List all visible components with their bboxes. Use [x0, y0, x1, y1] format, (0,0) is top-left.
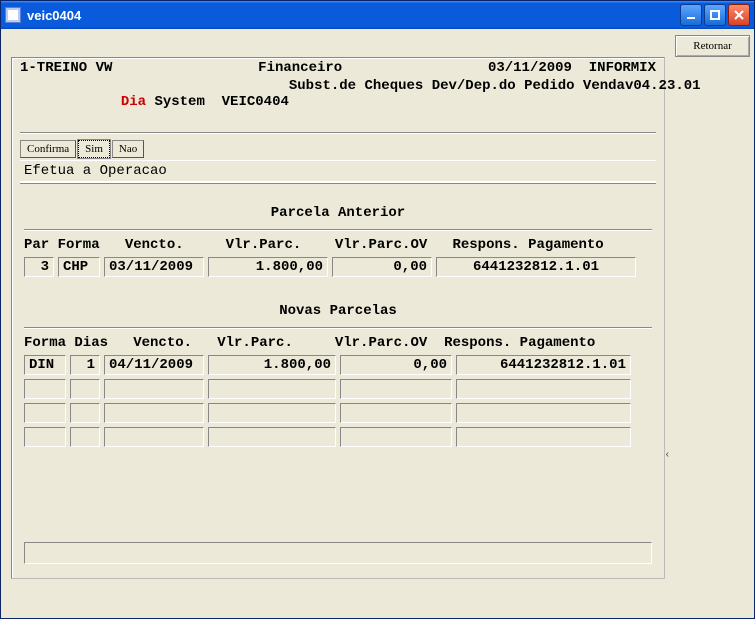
novas-forma[interactable]: [24, 403, 66, 423]
anterior-forma: CHP: [58, 257, 100, 277]
novas-row: [12, 403, 664, 427]
header-db: INFORMIX: [589, 60, 656, 76]
header-divider: [20, 132, 656, 134]
header-company: 1-TREINO VW: [20, 60, 112, 76]
novas-headers: Forma Dias Vencto. Vlr.Parc. Vlr.Parc.OV…: [12, 335, 664, 351]
novas-vencto[interactable]: [104, 427, 204, 447]
novas-respons[interactable]: 6441232812.1.01: [456, 355, 631, 375]
parcela-anterior-label: Parcela Anterior: [12, 205, 664, 221]
scroll-indicator: ‹: [666, 449, 669, 460]
novas-vlr-parc[interactable]: [208, 403, 336, 423]
anterior-vencto: 03/11/2009: [104, 257, 204, 277]
app-icon: [5, 7, 21, 23]
novas-vlr-parc[interactable]: 1.800,00: [208, 355, 336, 375]
confirma-button[interactable]: Confirma: [20, 140, 76, 158]
header-date: 03/11/2009: [488, 60, 572, 76]
novas-forma[interactable]: [24, 427, 66, 447]
anterior-vlr-parc-ov: 0,00: [332, 257, 432, 277]
header-system: System VEIC0404: [146, 94, 289, 110]
title-bar[interactable]: veic0404: [1, 1, 754, 29]
novas-vlr-parc-ov[interactable]: [340, 379, 452, 399]
novas-vlr-parc[interactable]: [208, 427, 336, 447]
toolbar: Confirma Sim Nao: [12, 138, 664, 158]
maximize-button[interactable]: [704, 4, 726, 26]
novas-forma[interactable]: [24, 379, 66, 399]
status-bar: [24, 542, 652, 564]
novas-vlr-parc-ov[interactable]: 0,00: [340, 355, 452, 375]
anterior-headers: Par Forma Vencto. Vlr.Parc. Vlr.Parc.OV …: [12, 237, 664, 253]
novas-vlr-parc-ov[interactable]: [340, 427, 452, 447]
novas-vlr-parc-ov[interactable]: [340, 403, 452, 423]
novas-vencto[interactable]: [104, 403, 204, 423]
novas-dias[interactable]: [70, 403, 100, 423]
close-button[interactable]: [728, 4, 750, 26]
novas-vencto[interactable]: [104, 379, 204, 399]
divider-anterior: [24, 229, 652, 231]
novas-parcelas-label: Novas Parcelas: [12, 303, 664, 319]
anterior-par: 3: [24, 257, 54, 277]
header-module: Financeiro: [258, 60, 342, 76]
sim-button[interactable]: Sim: [78, 140, 110, 158]
nao-button[interactable]: Nao: [112, 140, 144, 158]
novas-respons[interactable]: [456, 427, 631, 447]
novas-dias[interactable]: 1: [70, 355, 100, 375]
anterior-row: 3 CHP 03/11/2009 1.800,00 0,00 644123281…: [12, 253, 664, 281]
operation-label: Efetua a Operacao: [20, 160, 656, 183]
main-panel: 1-TREINO VW Financeiro 03/11/2009 INFORM…: [11, 57, 665, 579]
divider-novas: [24, 327, 652, 329]
anterior-respons: 6441232812.1.01: [436, 257, 636, 277]
anterior-vlr-parc: 1.800,00: [208, 257, 328, 277]
novas-dias[interactable]: [70, 379, 100, 399]
novas-vencto[interactable]: 04/11/2009: [104, 355, 204, 375]
header-description: Subst.de Cheques Dev/Dep.do Pedido Venda: [289, 78, 625, 126]
novas-forma[interactable]: DIN: [24, 355, 66, 375]
minimize-button[interactable]: [680, 4, 702, 26]
app-window: veic0404 1-TREINO VW Financeiro 03/11/20…: [0, 0, 755, 619]
novas-dias[interactable]: [70, 427, 100, 447]
header-version: v04.23.01: [625, 78, 701, 126]
novas-respons[interactable]: [456, 403, 631, 423]
novas-row: [12, 379, 664, 403]
window-title: veic0404: [27, 8, 680, 23]
novas-row: [12, 427, 664, 451]
header-dia-label: Dia: [121, 94, 146, 110]
novas-row: DIN 1 04/11/2009 1.800,00 0,00 644123281…: [12, 355, 664, 379]
novas-vlr-parc[interactable]: [208, 379, 336, 399]
main-area: 1-TREINO VW Financeiro 03/11/2009 INFORM…: [1, 29, 671, 618]
novas-respons[interactable]: [456, 379, 631, 399]
retornar-button[interactable]: Retornar: [675, 35, 750, 57]
